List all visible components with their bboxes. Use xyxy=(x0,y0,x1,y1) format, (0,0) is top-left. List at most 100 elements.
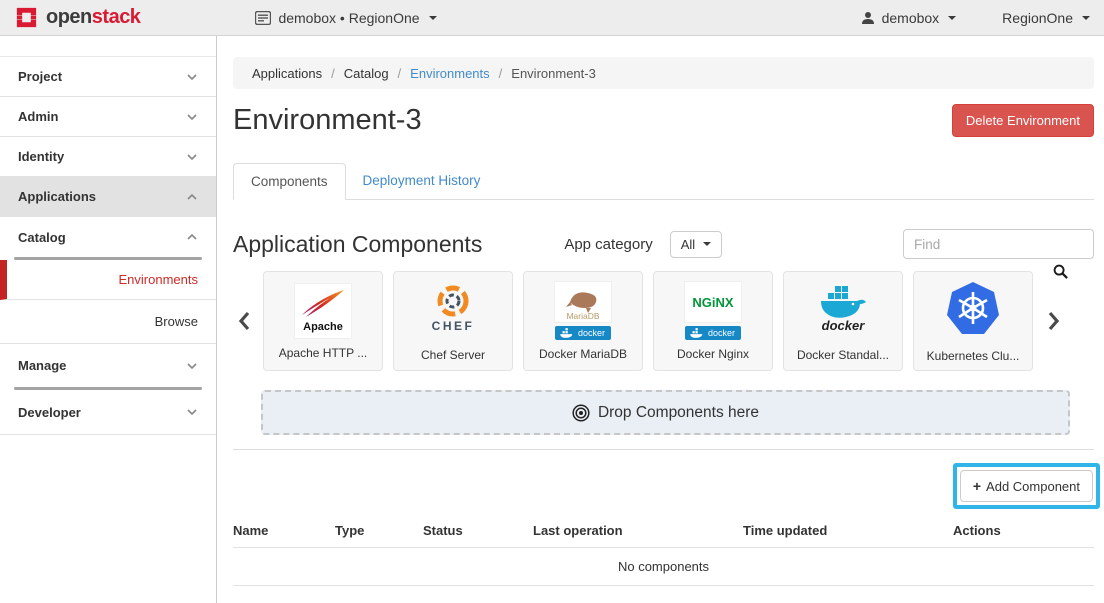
sidebar-item-label: Developer xyxy=(18,405,81,420)
find-input[interactable] xyxy=(903,229,1094,259)
sidebar-item-label: Browse xyxy=(155,314,198,329)
carousel-prev-button[interactable] xyxy=(233,311,255,331)
components-carousel: Apache Apache HTTP ... CHEF Chef Serv xyxy=(233,271,1094,371)
app-card-kubernetes[interactable]: Kubernetes Clu... xyxy=(913,271,1033,371)
chevron-right-icon xyxy=(1047,311,1061,331)
project-region-switcher[interactable]: demobox • RegionOne xyxy=(255,10,436,26)
app-card-label: Apache HTTP ... xyxy=(279,346,367,360)
openstack-logo-icon xyxy=(14,5,39,30)
tab-components[interactable]: Components xyxy=(233,163,346,200)
app-card-docker-standalone[interactable]: docker Docker Standal... xyxy=(783,271,903,371)
table-header-row: Name Type Status Last operation Time upd… xyxy=(233,514,1094,548)
brand-text: openstack xyxy=(46,6,140,29)
svg-text:Apache: Apache xyxy=(303,321,343,333)
sidebar-top-strip xyxy=(0,36,216,57)
sidebar-item-applications[interactable]: Applications xyxy=(0,177,216,217)
empty-table-row: No components xyxy=(233,548,1094,586)
sidebar-item-label: Admin xyxy=(18,109,58,124)
search-icon[interactable] xyxy=(1053,264,1068,284)
sidebar-item-label: Applications xyxy=(18,189,96,204)
app-category-label: App category xyxy=(564,236,652,253)
openstack-logo[interactable]: openstack xyxy=(14,5,140,30)
chevron-down-icon xyxy=(186,153,198,161)
sidebar-item-label: Manage xyxy=(18,358,66,373)
add-component-button[interactable]: + Add Component xyxy=(960,470,1093,502)
user-menu-label: demobox xyxy=(882,10,940,26)
sidebar-item-label: Environments xyxy=(119,272,198,287)
column-header-last-operation: Last operation xyxy=(533,514,743,548)
column-header-time-updated: Time updated xyxy=(743,514,953,548)
chevron-up-icon xyxy=(186,233,198,241)
kubernetes-logo-icon xyxy=(944,279,1002,342)
chevron-down-icon xyxy=(1082,16,1090,20)
drop-components-zone[interactable]: Drop Components here xyxy=(261,390,1070,435)
app-card-chef[interactable]: CHEF Chef Server xyxy=(393,271,513,371)
add-component-label: Add Component xyxy=(986,479,1080,494)
column-header-name: Name xyxy=(233,514,335,548)
top-navbar: openstack demobox • RegionOne demobox Re… xyxy=(0,0,1104,36)
column-header-status: Status xyxy=(423,514,533,548)
app-card-label: Kubernetes Clu... xyxy=(927,349,1020,363)
svg-text:CHEF: CHEF xyxy=(432,319,475,333)
sidebar-item-identity[interactable]: Identity xyxy=(0,137,216,177)
page-title: Environment-3 xyxy=(233,104,422,137)
sidebar-item-browse[interactable]: Browse xyxy=(0,300,216,344)
tab-deployment-history[interactable]: Deployment History xyxy=(346,163,498,199)
sidebar-item-label: Catalog xyxy=(18,230,66,245)
sidebar: Project Admin Identity Applications Cata… xyxy=(0,36,217,603)
svg-text:docker: docker xyxy=(822,318,866,333)
sidebar-item-environments[interactable]: Environments xyxy=(0,260,216,300)
sidebar-item-admin[interactable]: Admin xyxy=(0,97,216,137)
list-icon xyxy=(255,11,271,25)
chevron-down-icon xyxy=(186,73,198,81)
category-dropdown[interactable]: All xyxy=(670,231,722,258)
sidebar-item-manage[interactable]: Manage xyxy=(0,344,216,387)
sidebar-item-project[interactable]: Project xyxy=(0,57,216,97)
carousel-next-button[interactable] xyxy=(1043,311,1065,331)
breadcrumb-applications[interactable]: Applications xyxy=(252,66,322,81)
breadcrumb-separator: / xyxy=(398,66,402,81)
delete-environment-button[interactable]: Delete Environment xyxy=(952,104,1094,137)
app-card-label: Chef Server xyxy=(421,348,485,362)
app-card-docker-nginx[interactable]: NGiNX docker Docker Nginx xyxy=(653,271,773,371)
user-menu[interactable]: demobox xyxy=(861,10,957,26)
breadcrumb-separator: / xyxy=(499,66,503,81)
breadcrumb-catalog[interactable]: Catalog xyxy=(344,66,389,81)
breadcrumb-current: Environment-3 xyxy=(511,66,596,81)
panel-heading: Application Components xyxy=(233,231,482,258)
svg-text:NGiNX: NGiNX xyxy=(692,295,734,310)
column-header-actions: Actions xyxy=(953,514,1094,548)
apache-logo-icon: Apache xyxy=(294,283,352,339)
mariadb-logo-icon: MariaDB xyxy=(554,281,612,323)
app-card-label: Docker Standal... xyxy=(797,348,889,362)
sidebar-item-catalog[interactable]: Catalog xyxy=(0,217,216,257)
docker-badge-label: docker xyxy=(708,328,735,338)
section-divider xyxy=(233,449,1094,450)
breadcrumb-environments-link[interactable]: Environments xyxy=(410,66,489,81)
chevron-left-icon xyxy=(237,311,251,331)
main-content: Applications / Catalog / Environments / … xyxy=(217,36,1104,603)
column-header-type: Type xyxy=(335,514,423,548)
app-card-apache[interactable]: Apache Apache HTTP ... xyxy=(263,271,383,371)
chevron-down-icon xyxy=(186,113,198,121)
chevron-down-icon xyxy=(703,242,711,246)
empty-message: No components xyxy=(233,548,1094,586)
dropzone-label: Drop Components here xyxy=(598,404,759,422)
docker-logo-icon: docker xyxy=(813,280,873,341)
chevron-down-icon xyxy=(429,16,437,20)
app-card-docker-mariadb[interactable]: MariaDB docker Docker MariaDB xyxy=(523,271,643,371)
region-menu-label: RegionOne xyxy=(1002,10,1073,26)
docker-badge-icon: docker xyxy=(555,326,611,340)
app-card-label: Docker MariaDB xyxy=(539,347,627,361)
user-icon xyxy=(861,11,875,25)
chevron-up-icon xyxy=(186,193,198,201)
sidebar-item-label: Project xyxy=(18,69,62,84)
chef-logo-icon: CHEF xyxy=(425,280,481,341)
tab-bar: Components Deployment History xyxy=(233,163,1094,200)
sidebar-item-developer[interactable]: Developer xyxy=(0,390,216,435)
focus-highlight-box: + Add Component xyxy=(953,463,1100,509)
region-menu[interactable]: RegionOne xyxy=(1002,10,1090,26)
components-table: Name Type Status Last operation Time upd… xyxy=(233,514,1094,586)
sidebar-item-label: Identity xyxy=(18,149,64,164)
breadcrumb: Applications / Catalog / Environments / … xyxy=(233,57,1094,89)
